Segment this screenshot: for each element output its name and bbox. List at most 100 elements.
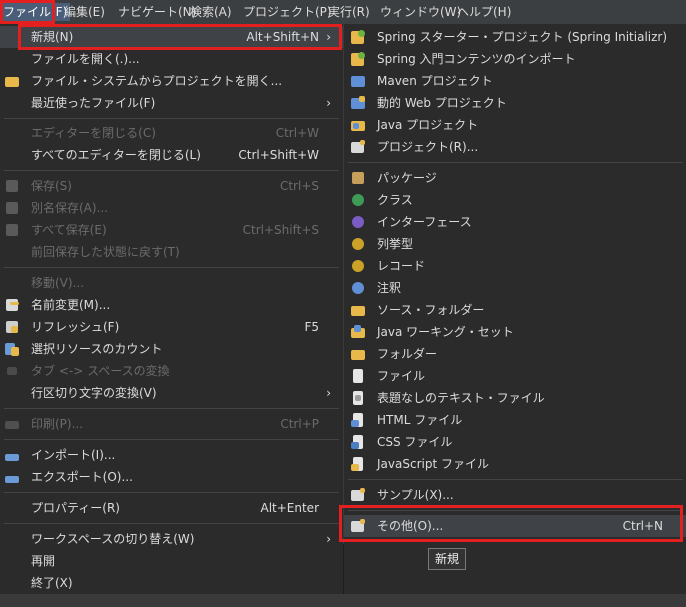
- submenu-spring-starter[interactable]: Spring スターター・プロジェクト (Spring Initializr): [344, 26, 686, 48]
- menu-item-count-resources[interactable]: 選択リソースのカウント: [0, 338, 343, 360]
- menu-item-import[interactable]: インポート(I)...: [0, 444, 343, 466]
- submenu-enum-label: 列挙型: [377, 237, 414, 251]
- submenu-spring-import-label: Spring 入門コンテンツのインポート: [377, 52, 576, 66]
- submenu-javascript-file[interactable]: JavaScript ファイル: [344, 453, 686, 475]
- submenu-interface-label: インターフェース: [377, 215, 472, 229]
- separator: [4, 118, 339, 119]
- submenu-dynamic-web[interactable]: 動的 Web プロジェクト: [344, 92, 686, 114]
- css-file-icon: [350, 434, 366, 450]
- menu-run[interactable]: 実行(R): [328, 4, 370, 20]
- submenu-package-label: パッケージ: [377, 171, 437, 185]
- submenu-maven-project[interactable]: Maven プロジェクト: [344, 70, 686, 92]
- menu-item-tabs-spaces[interactable]: タブ <-> スペースの変換: [0, 360, 343, 382]
- maven-project-icon: [350, 73, 366, 89]
- submenu-untitled-text-label: 表題なしのテキスト・ファイル: [377, 391, 545, 405]
- menu-item-rename-label: 名前変更(M)...: [31, 298, 111, 312]
- export-icon: [4, 469, 20, 485]
- submenu-project-label: プロジェクト(R)...: [377, 140, 479, 154]
- menu-item-save-all[interactable]: すべて保存(E) Ctrl+Shift+S: [0, 219, 343, 241]
- separator: [4, 267, 339, 268]
- menu-window[interactable]: ウィンドウ(W): [380, 4, 461, 20]
- submenu-class[interactable]: クラス: [344, 189, 686, 211]
- menu-item-save-as[interactable]: 別名保存(A)...: [0, 197, 343, 219]
- tooltip: 新規: [428, 548, 467, 570]
- submenu-css-file[interactable]: CSS ファイル: [344, 431, 686, 453]
- menu-item-exit[interactable]: 終了(X): [0, 572, 343, 594]
- menu-item-open-project[interactable]: ファイル・システムからプロジェクトを開く...: [0, 70, 343, 92]
- menu-item-open-file-label: ファイルを開く(.)...: [31, 52, 140, 66]
- menu-item-revert[interactable]: 前回保存した状態に戻す(T): [0, 241, 343, 263]
- separator: [348, 162, 683, 163]
- menu-item-properties[interactable]: プロパティー(R) Alt+Enter: [0, 497, 343, 519]
- menu-help[interactable]: ヘルプ(H): [457, 4, 511, 20]
- menu-item-close-all[interactable]: すべてのエディターを閉じる(L) Ctrl+Shift+W: [0, 144, 343, 166]
- submenu-java-working-set[interactable]: Java ワーキング・セット: [344, 321, 686, 343]
- submenu-examples[interactable]: サンプル(X)...: [344, 484, 686, 506]
- separator: [4, 439, 339, 440]
- submenu-css-file-label: CSS ファイル: [377, 435, 453, 449]
- separator: [4, 492, 339, 493]
- menu-item-move[interactable]: 移動(V)...: [0, 272, 343, 294]
- menu-item-rename[interactable]: 名前変更(M)...: [0, 294, 343, 316]
- menu-item-recent-files[interactable]: 最近使ったファイル(F) ›: [0, 92, 343, 114]
- submenu-spring-import[interactable]: Spring 入門コンテンツのインポート: [344, 48, 686, 70]
- menu-item-switch-workspace[interactable]: ワークスペースの切り替え(W) ›: [0, 528, 343, 550]
- save-all-icon: [4, 222, 20, 238]
- menu-search[interactable]: 検索(A): [190, 4, 232, 20]
- menu-item-properties-shortcut: Alt+Enter: [260, 501, 319, 515]
- folder-icon: [350, 346, 366, 362]
- submenu-annotation[interactable]: 注釈: [344, 277, 686, 299]
- submenu-record-label: レコード: [377, 259, 426, 273]
- submenu-folder[interactable]: フォルダー: [344, 343, 686, 365]
- menu-item-move-label: 移動(V)...: [31, 276, 85, 290]
- menu-item-switch-workspace-label: ワークスペースの切り替え(W): [31, 532, 195, 546]
- submenu-interface[interactable]: インターフェース: [344, 211, 686, 233]
- menu-item-restart[interactable]: 再開: [0, 550, 343, 572]
- menu-item-save-as-label: 別名保存(A)...: [31, 201, 109, 215]
- chevron-right-icon: ›: [326, 96, 331, 110]
- menu-item-save-label: 保存(S): [31, 179, 72, 193]
- import-icon: [4, 447, 20, 463]
- highlight-other-item: [339, 505, 683, 542]
- menu-item-restart-label: 再開: [31, 554, 56, 568]
- menu-item-line-delimiters[interactable]: 行区切り文字の変換(V) ›: [0, 382, 343, 404]
- count-icon: [4, 341, 20, 357]
- submenu-untitled-text[interactable]: 表題なしのテキスト・ファイル: [344, 387, 686, 409]
- submenu-record[interactable]: レコード: [344, 255, 686, 277]
- submenu-source-folder[interactable]: ソース・フォルダー: [344, 299, 686, 321]
- menu-item-open-file[interactable]: ファイルを開く(.)...: [0, 48, 343, 70]
- menu-item-export-label: エクスポート(O)...: [31, 470, 133, 484]
- menu-item-import-label: インポート(I)...: [31, 448, 116, 462]
- print-icon: [4, 416, 20, 432]
- convert-icon: [4, 363, 20, 379]
- record-icon: [350, 258, 366, 274]
- submenu-html-file[interactable]: HTML ファイル: [344, 409, 686, 431]
- javascript-file-icon: [350, 456, 366, 472]
- menu-edit[interactable]: 編集(E): [64, 4, 105, 20]
- separator: [4, 408, 339, 409]
- separator: [4, 170, 339, 171]
- submenu-package[interactable]: パッケージ: [344, 167, 686, 189]
- menu-item-properties-label: プロパティー(R): [31, 501, 120, 515]
- menu-item-print-label: 印刷(P)...: [31, 417, 84, 431]
- menu-item-refresh-shortcut: F5: [304, 320, 319, 334]
- menu-project[interactable]: プロジェクト(P): [243, 4, 332, 20]
- menu-item-refresh[interactable]: リフレッシュ(F) F5: [0, 316, 343, 338]
- submenu-java-working-set-label: Java ワーキング・セット: [377, 325, 514, 339]
- file-icon: [350, 368, 366, 384]
- separator: [4, 523, 339, 524]
- source-folder-icon: [350, 302, 366, 318]
- submenu-html-file-label: HTML ファイル: [377, 413, 463, 427]
- annotation-icon: [350, 280, 366, 296]
- submenu-java-project[interactable]: Java プロジェクト: [344, 114, 686, 136]
- submenu-file[interactable]: ファイル: [344, 365, 686, 387]
- menu-navigate[interactable]: ナビゲート(N): [118, 4, 196, 20]
- menu-item-export[interactable]: エクスポート(O)...: [0, 466, 343, 488]
- menu-item-print[interactable]: 印刷(P)... Ctrl+P: [0, 413, 343, 435]
- save-icon: [4, 178, 20, 194]
- background-strip: [0, 594, 686, 607]
- submenu-enum[interactable]: 列挙型: [344, 233, 686, 255]
- submenu-project[interactable]: プロジェクト(R)...: [344, 136, 686, 158]
- menu-item-save[interactable]: 保存(S) Ctrl+S: [0, 175, 343, 197]
- menu-item-close-editor[interactable]: エディターを閉じる(C) Ctrl+W: [0, 122, 343, 144]
